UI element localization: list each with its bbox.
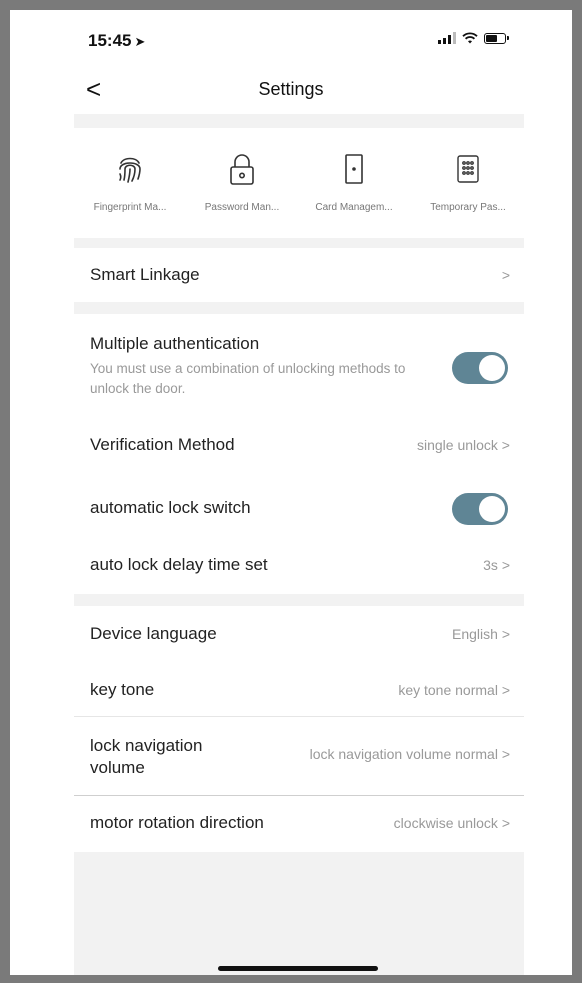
status-bar: 15:45 ➤ <box>10 10 572 68</box>
status-icons <box>438 32 509 44</box>
status-time: 15:45 ➤ <box>88 31 145 51</box>
chevron-right-icon: > <box>501 267 510 283</box>
quick-card[interactable]: Card Managem... <box>298 138 410 213</box>
quick-password[interactable]: Password Man... <box>186 138 298 213</box>
multiple-auth-description: You must use a combination of unlocking … <box>90 361 406 396</box>
quick-card-label: Card Managem... <box>315 202 393 213</box>
auto-lock-switch-toggle[interactable] <box>452 493 508 525</box>
cellular-signal-icon <box>438 32 456 44</box>
key-tone-value: key tone normal > <box>398 682 510 698</box>
toggle-knob <box>479 496 505 522</box>
device-frame: 15:45 ➤ < Settings Fingerprint Ma... Pas… <box>0 0 582 983</box>
verification-method-row[interactable]: Verification Method single unlock > <box>74 415 524 475</box>
phone-screen: 15:45 ➤ < Settings Fingerprint Ma... Pas… <box>10 10 572 975</box>
key-tone-row[interactable]: key tone key tone normal > <box>74 664 524 716</box>
location-arrow-icon: ➤ <box>134 34 146 49</box>
device-language-value: English > <box>452 626 510 642</box>
wifi-icon <box>462 32 478 44</box>
auto-lock-delay-value: 3s > <box>483 557 510 573</box>
lock-icon <box>186 146 298 192</box>
keypad-icon <box>412 146 524 192</box>
motor-rotation-label: motor rotation direction <box>90 813 264 832</box>
auto-lock-delay-label: auto lock delay time set <box>90 555 268 574</box>
page-title: Settings <box>258 79 324 99</box>
quick-password-label: Password Man... <box>204 202 280 213</box>
lock-navigation-label: lock navigation volume <box>90 736 203 777</box>
auto-lock-delay-row[interactable]: auto lock delay time set 3s > <box>74 535 524 595</box>
fingerprint-icon <box>74 146 186 192</box>
quick-temporary-label: Temporary Pas... <box>430 202 506 213</box>
home-indicator[interactable] <box>218 966 378 971</box>
door-icon <box>298 146 410 192</box>
lock-navigation-row[interactable]: lock navigation volume lock navigation v… <box>74 717 524 795</box>
battery-icon <box>484 32 509 44</box>
toggle-knob <box>479 355 505 381</box>
lock-navigation-value: lock navigation volume normal > <box>309 746 510 762</box>
section-separator <box>74 594 524 606</box>
nav-bar: < Settings <box>10 68 572 116</box>
device-language-row[interactable]: Device language English > <box>74 606 524 664</box>
section-separator <box>74 114 524 128</box>
verification-method-label: Verification Method <box>90 435 235 454</box>
quick-actions: Fingerprint Ma... Password Man... Card M… <box>74 138 524 246</box>
status-time-text: 15:45 <box>88 31 132 50</box>
motor-rotation-row[interactable]: motor rotation direction clockwise unloc… <box>74 796 524 852</box>
quick-fingerprint-label: Fingerprint Ma... <box>93 202 167 213</box>
smart-linkage-label: Smart Linkage <box>90 265 200 284</box>
smart-linkage-row[interactable]: Smart Linkage > <box>74 248 524 302</box>
section-separator <box>74 238 524 248</box>
multiple-auth-row: Multiple authentication You must use a c… <box>74 314 524 412</box>
motor-rotation-value: clockwise unlock > <box>393 815 510 831</box>
verification-method-value: single unlock > <box>416 437 510 453</box>
auto-lock-switch-label: automatic lock switch <box>90 498 251 517</box>
multiple-auth-toggle[interactable] <box>452 352 508 384</box>
quick-temporary[interactable]: Temporary Pas... <box>412 138 524 213</box>
empty-area <box>74 852 524 975</box>
auto-lock-switch-row: automatic lock switch <box>74 477 524 537</box>
section-separator <box>74 302 524 314</box>
multiple-auth-label: Multiple authentication <box>90 334 260 353</box>
quick-fingerprint[interactable]: Fingerprint Ma... <box>74 138 186 213</box>
device-language-label: Device language <box>90 624 217 643</box>
key-tone-label: key tone <box>90 680 155 699</box>
